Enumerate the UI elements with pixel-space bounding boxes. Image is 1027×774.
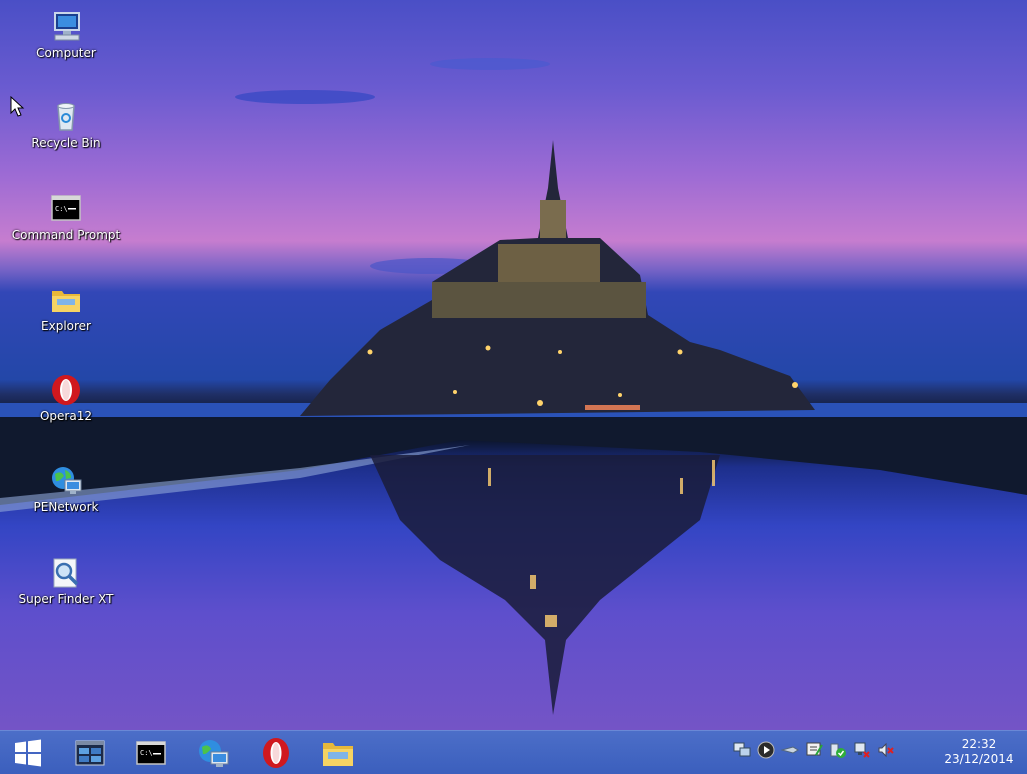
security-shield-icon: [830, 743, 846, 758]
computer-icon: [54, 12, 80, 41]
tray-media-play[interactable]: [757, 741, 775, 759]
magnifier-search-icon: [53, 558, 79, 588]
folder-icon: [323, 743, 353, 766]
svg-text:C:\: C:\: [55, 205, 68, 213]
desktop-icon-label: Explorer: [41, 319, 91, 333]
command-prompt-icon: C:\: [51, 195, 81, 221]
mouse-pointer-icon: [10, 96, 25, 117]
tray-network-computer[interactable]: [733, 741, 751, 759]
task-manager-icon: [75, 740, 105, 766]
desktop-icon-super-finder-xt[interactable]: Super Finder XT: [11, 556, 121, 606]
opera-icon: [263, 738, 289, 768]
desktop-wallpaper: Computer Recycle Bin C:\ Command Prompt: [0, 0, 1027, 730]
volume-muted-icon: [878, 742, 894, 758]
desktop-icon-label: Opera12: [39, 409, 92, 423]
taskbar-opera[interactable]: [250, 734, 302, 772]
recycle-bin-icon: [57, 103, 75, 131]
taskbar: C:\ 22:32 23/12/2014: [0, 730, 1027, 774]
desktop-icon-penetwork[interactable]: PENetwork: [11, 464, 121, 514]
network-globe-icon: [52, 467, 82, 494]
desktop-icon-label: Command Prompt: [11, 228, 121, 242]
wallpaper-scene: [0, 58, 1027, 715]
tray-security[interactable]: [829, 741, 847, 759]
taskbar-command-prompt[interactable]: C:\: [125, 734, 177, 772]
desktop-icon-explorer[interactable]: Explorer: [11, 283, 121, 333]
clock-time: 22:32: [961, 737, 997, 751]
desktop-icon-label: Recycle Bin: [31, 136, 101, 150]
media-play-icon: [757, 741, 775, 759]
tray-keyboard[interactable]: [805, 741, 823, 759]
command-prompt-icon: C:\: [136, 741, 166, 765]
opera-icon: [52, 375, 80, 405]
tray-volume[interactable]: [877, 741, 895, 759]
taskbar-explorer[interactable]: [312, 734, 364, 772]
windows-start-icon: [15, 739, 41, 767]
start-button[interactable]: [2, 734, 54, 772]
svg-text:C:\: C:\: [140, 749, 153, 757]
network-disconnected-icon: [854, 742, 870, 758]
network-computer-icon: [733, 742, 751, 757]
usb-drive-icon: [780, 746, 799, 754]
folder-icon: [52, 291, 80, 312]
desktop-icon-computer[interactable]: Computer: [11, 10, 121, 60]
keyboard-icon: [806, 742, 823, 756]
desktop-icon-label: Super Finder XT: [18, 592, 114, 606]
taskbar-clock[interactable]: 22:32 23/12/2014: [940, 737, 1018, 767]
desktop-icon-opera12[interactable]: Opera12: [11, 373, 121, 423]
taskbar-penetwork[interactable]: [187, 734, 239, 772]
desktop-icon-recycle-bin[interactable]: Recycle Bin: [11, 100, 121, 150]
taskbar-task-manager[interactable]: [64, 734, 116, 772]
tray-usb-drive[interactable]: [780, 741, 799, 759]
desktop-icon-label: PENetwork: [33, 500, 99, 514]
desktop-icon-command-prompt[interactable]: C:\ Command Prompt: [11, 192, 121, 242]
network-globe-icon: [199, 740, 229, 767]
desktop-icon-label: Computer: [36, 46, 96, 60]
tray-network-disconnected[interactable]: [853, 741, 871, 759]
clock-date: 23/12/2014: [944, 752, 1014, 766]
